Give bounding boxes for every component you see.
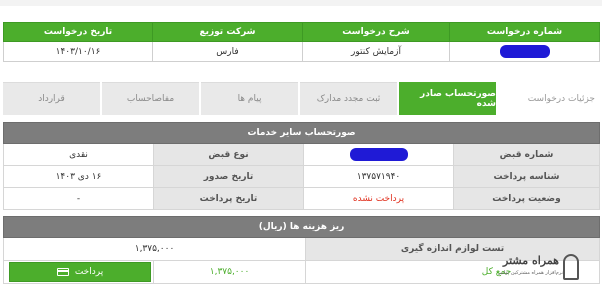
- issue-date-value: ۱۶ دی ۱۴۰۳: [3, 165, 154, 188]
- bill-type-value: نقدی: [3, 143, 154, 166]
- total-amount: ۱,۳۷۵,۰۰۰: [153, 260, 307, 284]
- request-number-cell: [449, 41, 600, 62]
- top-bar: [0, 0, 602, 6]
- app-logo: همراه مشتر نرم‌افزار همراه مشترکین توانی…: [487, 248, 583, 290]
- bill-type-label: نوع قبض: [153, 143, 304, 166]
- table-row: شناسه پرداخت ۱۳۷۵۷۱۹۴۰ تاریخ صدور ۱۶ دی …: [3, 165, 600, 188]
- costs-title: ریز هزینه ها (ریال): [2, 216, 601, 238]
- request-table-header: شماره درخواست شرح درخواست شرکت توزیع تار…: [3, 22, 600, 42]
- description-cell: آزمایش کنتور: [302, 41, 450, 62]
- payment-date-value: -: [3, 187, 154, 210]
- bill-number-value: [303, 143, 454, 166]
- payment-status-value: پرداخت نشده: [303, 187, 454, 210]
- redacted-request-number: [499, 45, 550, 58]
- cost-item-amount: ۱,۳۷۵,۰۰۰: [2, 237, 307, 261]
- invoice-header-row: صورتحساب سایر خدمات: [3, 122, 600, 144]
- tab-contract[interactable]: قرارداد: [3, 82, 100, 115]
- company-cell: فارس: [152, 41, 303, 62]
- bill-number-label: شماره قبض: [453, 143, 600, 166]
- table-row: آزمایش کنتور فارس ۱۴۰۳/۱۰/۱۶: [3, 41, 600, 62]
- date-cell: ۱۴۰۳/۱۰/۱۶: [3, 41, 153, 62]
- tab-resubmit-documents[interactable]: ثبت مجدد مدارک: [300, 82, 397, 115]
- payment-id-value: ۱۳۷۵۷۱۹۴۰: [303, 165, 454, 188]
- header-request-number: شماره درخواست: [449, 22, 600, 42]
- table-row: وضعیت پرداخت پرداخت نشده تاریخ پرداخت -: [3, 187, 600, 210]
- plug-icon: [563, 254, 579, 280]
- payment-id-label: شناسه پرداخت: [453, 165, 600, 188]
- logo-subtitle: نرم‌افزار همراه مشترکین توانیر: [498, 270, 563, 276]
- pay-button-label: پرداخت: [74, 267, 104, 277]
- issue-date-label: تاریخ صدور: [153, 165, 304, 188]
- payment-date-label: تاریخ پرداخت: [153, 187, 304, 210]
- tab-settlement[interactable]: مفاصاحساب: [102, 82, 199, 115]
- tab-issued-invoice[interactable]: صورتحساب صادر شده: [399, 82, 496, 115]
- request-table: شماره درخواست شرح درخواست شرکت توزیع تار…: [3, 22, 600, 62]
- invoice-title: صورتحساب سایر خدمات: [3, 122, 600, 144]
- tab-request-details[interactable]: جزئیات درخواست: [498, 82, 599, 115]
- header-date: تاریخ درخواست: [3, 22, 153, 42]
- payment-status-label: وضعیت پرداخت: [453, 187, 600, 210]
- pay-button-cell: پرداخت: [2, 260, 155, 284]
- pay-button[interactable]: پرداخت: [9, 262, 152, 282]
- redacted-bill-number: [349, 148, 408, 161]
- table-row: شماره قبض نوع قبض نقدی: [3, 143, 600, 166]
- tab-bar: جزئیات درخواست صورتحساب صادر شده ثبت مجد…: [3, 82, 599, 115]
- tab-messages[interactable]: پیام ها: [201, 82, 298, 115]
- header-description: شرح درخواست: [302, 22, 450, 42]
- invoice-table: صورتحساب سایر خدمات شماره قبض نوع قبض نق…: [3, 122, 600, 210]
- credit-card-icon: [56, 268, 69, 276]
- logo-text: همراه مشتر: [503, 254, 559, 267]
- costs-header-row: ریز هزینه ها (ریال): [2, 216, 601, 238]
- header-company: شرکت توزیع: [152, 22, 303, 42]
